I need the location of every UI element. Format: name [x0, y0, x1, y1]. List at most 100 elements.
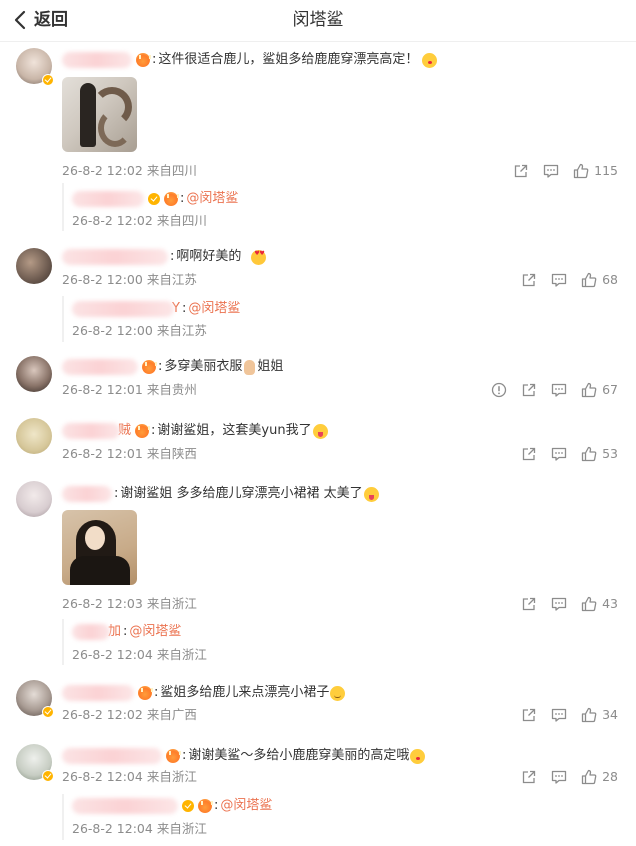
share-button[interactable] [521, 769, 537, 785]
share-button[interactable] [521, 707, 537, 723]
colon-separator: : [114, 486, 119, 501]
reply-username-blurred[interactable] [72, 624, 110, 640]
vip-badge-icon [182, 800, 194, 812]
share-button[interactable] [521, 382, 537, 398]
reply-button[interactable] [551, 769, 567, 785]
username-blurred[interactable] [62, 685, 134, 701]
comment-text: 谢谢鲨姐，这套美yun我了 [157, 423, 312, 438]
comment-text: 啊啊好美的 [176, 249, 242, 264]
like-button[interactable]: 34 [581, 707, 618, 723]
vip-badge-icon [42, 706, 54, 718]
tongue-emoji-icon [312, 423, 328, 439]
crown-badge-icon [166, 749, 181, 763]
comment-location: 来自四川 [146, 163, 197, 178]
reply-button[interactable] [551, 272, 567, 288]
crown-badge-icon [164, 192, 179, 206]
comment-image[interactable] [62, 77, 137, 152]
comment-time: 26-8-2 12:02 [62, 707, 143, 722]
reply-username-blurred[interactable] [72, 191, 144, 207]
reply-button[interactable] [551, 707, 567, 723]
avatar[interactable] [16, 680, 54, 718]
vip-badge-icon [42, 770, 54, 782]
like-icon [581, 272, 597, 288]
reply-button[interactable] [551, 446, 567, 462]
like-icon [581, 769, 597, 785]
username-blurred[interactable] [62, 52, 132, 68]
reply-location: 来自四川 [156, 213, 207, 228]
crown-badge-icon [138, 686, 153, 700]
share-icon [522, 708, 536, 722]
comment-meta: 26-8-2 12:02 来自广西 [62, 707, 197, 723]
like-icon [581, 446, 597, 462]
like-icon [581, 596, 597, 612]
comment-item: : 谢谢美鲨～多给小鹿鹿穿美丽的高定哦 26-8-2 12:04 来自浙江 28… [0, 740, 636, 844]
share-icon [522, 770, 536, 784]
comment-icon [551, 273, 567, 287]
mention-link[interactable]: @闵塔鲨 [129, 623, 181, 641]
comment-time: 26-8-2 12:01 [62, 382, 143, 397]
mention-link[interactable]: @闵塔鲨 [220, 797, 272, 815]
like-button[interactable]: 115 [573, 163, 618, 179]
share-button[interactable] [513, 163, 529, 179]
reply-button[interactable] [551, 382, 567, 398]
share-icon [522, 447, 536, 461]
reply-username-blurred[interactable] [72, 301, 174, 317]
avatar[interactable] [16, 356, 52, 392]
reply-button[interactable] [543, 163, 559, 179]
comment-meta: 26-8-2 12:00 来自江苏 [62, 272, 197, 288]
reply-location: 来自江苏 [156, 323, 207, 338]
reply-location: 来自浙江 [156, 821, 207, 836]
reply-time: 26-8-2 12:02 [72, 213, 153, 228]
like-button[interactable]: 67 [581, 382, 618, 398]
username-blurred[interactable] [62, 486, 112, 502]
crown-badge-icon [136, 53, 151, 67]
avatar[interactable] [16, 481, 52, 517]
top-nav-bar: 返回 闵塔鲨 [0, 0, 636, 42]
username-blurred[interactable] [62, 748, 162, 764]
like-count: 68 [602, 272, 618, 287]
smirk-emoji-icon [330, 685, 346, 701]
comment-time: 26-8-2 12:02 [62, 163, 143, 178]
comment-meta: 26-8-2 12:03 来自浙江 [62, 596, 197, 612]
colon-separator: : [214, 798, 219, 813]
avatar[interactable] [16, 48, 54, 86]
share-button[interactable] [521, 272, 537, 288]
comment-meta: 26-8-2 12:02 来自四川 [62, 163, 197, 179]
comment-text: 这件很适合鹿儿，鲨姐多给鹿鹿穿漂亮高定！ [158, 52, 419, 67]
username-blurred[interactable] [62, 423, 120, 439]
reply-username-blurred[interactable] [72, 798, 178, 814]
hand-emoji-icon [244, 359, 256, 375]
reply-meta: 26-8-2 12:02 来自四川 [72, 213, 207, 229]
like-count: 43 [602, 596, 618, 611]
like-count: 53 [602, 446, 618, 461]
avatar[interactable] [16, 418, 52, 454]
colon-separator: : [181, 301, 187, 316]
mention-link[interactable]: @闵塔鲨 [188, 300, 240, 318]
like-button[interactable]: 43 [581, 596, 618, 612]
mention-link[interactable]: @闵塔鲨 [186, 190, 238, 208]
comment-item: : 这件很适合鹿儿，鲨姐多给鹿鹿穿漂亮高定！ 26-8-2 12:02 来自四川… [0, 44, 636, 234]
share-icon [522, 597, 536, 611]
comment-time: 26-8-2 12:01 [62, 446, 143, 461]
avatar[interactable] [16, 248, 52, 284]
colon-separator: : [154, 685, 159, 700]
comment-item: : 多穿美丽衣服 姐姐 26-8-2 12:01 来自贵州 67 [0, 350, 636, 408]
colon-separator: : [123, 624, 128, 639]
like-button[interactable]: 28 [581, 769, 618, 785]
avatar[interactable] [16, 744, 54, 782]
comment-image[interactable] [62, 510, 137, 585]
share-button[interactable] [521, 596, 537, 612]
reply-button[interactable] [551, 596, 567, 612]
reply-time: 26-8-2 12:04 [72, 821, 153, 836]
report-button[interactable] [491, 382, 507, 398]
username-blurred[interactable] [62, 359, 138, 375]
like-button[interactable]: 68 [581, 272, 618, 288]
username-blurred[interactable] [62, 249, 168, 265]
reply-time: 26-8-2 12:04 [72, 647, 153, 662]
comment-icon [551, 597, 567, 611]
share-button[interactable] [521, 446, 537, 462]
like-button[interactable]: 53 [581, 446, 618, 462]
comment-icon [551, 770, 567, 784]
back-button[interactable]: 返回 [12, 9, 68, 31]
share-icon [514, 164, 528, 178]
